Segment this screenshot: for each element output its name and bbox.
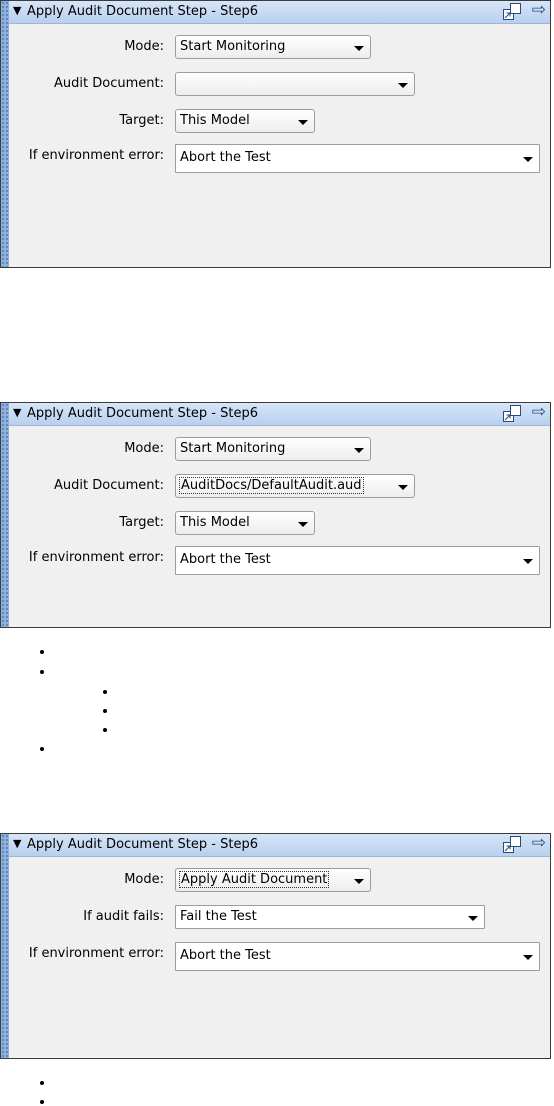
environment-error-row: If environment error: Abort the Test [9, 546, 544, 575]
step-panel-1: ▼ Apply Audit Document Step - Step6 ⇨ Mo… [0, 0, 551, 268]
bullet [103, 728, 107, 732]
collapse-triangle-icon[interactable]: ▼ [13, 406, 21, 419]
mode-row: Mode: Start Monitoring [9, 35, 544, 61]
environment-error-value: Abort the Test [180, 948, 271, 963]
drag-stripe[interactable] [1, 834, 9, 1058]
chevron-down-icon [298, 120, 308, 125]
mode-dropdown[interactable]: Start Monitoring [175, 437, 371, 461]
drag-stripe[interactable] [1, 403, 9, 627]
chevron-down-icon [398, 83, 408, 88]
audit-document-label: Audit Document: [54, 478, 164, 493]
environment-error-value: Abort the Test [180, 150, 271, 165]
environment-error-row: If environment error: Abort the Test [9, 942, 544, 971]
collapse-triangle-icon[interactable]: ▼ [13, 837, 21, 850]
environment-error-row: If environment error: Abort the Test [9, 144, 544, 173]
bullet [40, 670, 44, 674]
environment-error-dropdown[interactable]: Abort the Test [175, 942, 540, 971]
audit-fails-value: Fail the Test [180, 909, 257, 924]
environment-error-dropdown[interactable]: Abort the Test [175, 144, 540, 173]
chevron-down-icon [354, 46, 364, 51]
bullet [40, 1100, 44, 1104]
panel-title-bar: ▼ Apply Audit Document Step - Step6 ⇨ [9, 0, 550, 24]
mode-row: Mode: Apply Audit Document [9, 868, 544, 894]
arrow-right-icon[interactable]: ⇨ [532, 0, 546, 20]
chevron-down-icon [468, 916, 478, 921]
chevron-down-icon [523, 157, 533, 162]
chevron-down-icon [354, 448, 364, 453]
target-dropdown[interactable]: This Model [175, 511, 315, 535]
panel-title-bar: ▼ Apply Audit Document Step - Step6 ⇨ [9, 833, 550, 857]
float-window-icon[interactable] [502, 835, 522, 855]
float-window-icon[interactable] [502, 2, 522, 22]
mode-value: Start Monitoring [180, 441, 286, 456]
audit-document-dropdown[interactable]: AuditDocs/DefaultAudit.aud [175, 474, 415, 498]
collapse-triangle-icon[interactable]: ▼ [13, 4, 21, 17]
audit-document-value: AuditDocs/DefaultAudit.aud [179, 477, 364, 494]
chevron-down-icon [298, 522, 308, 527]
target-label: Target: [119, 113, 164, 128]
target-row: Target: This Model [9, 109, 544, 135]
audit-document-row: Audit Document: [9, 72, 544, 98]
audit-fails-dropdown[interactable]: Fail the Test [175, 905, 485, 929]
target-dropdown[interactable]: This Model [175, 109, 315, 133]
panel-title: Apply Audit Document Step - Step6 [27, 837, 258, 852]
mode-value: Apply Audit Document [178, 871, 330, 888]
environment-error-label: If environment error: [28, 550, 164, 565]
environment-error-label: If environment error: [28, 946, 164, 961]
mode-label: Mode: [124, 39, 164, 54]
target-value: This Model [180, 113, 250, 128]
bullet [40, 1081, 44, 1085]
drag-stripe[interactable] [1, 1, 9, 267]
bullet [40, 650, 44, 654]
bullet [103, 709, 107, 713]
panel-title: Apply Audit Document Step - Step6 [27, 406, 258, 421]
chevron-down-icon [523, 559, 533, 564]
bullet [40, 747, 44, 751]
audit-fails-label: If audit fails: [83, 909, 164, 924]
audit-document-dropdown[interactable] [175, 72, 415, 96]
audit-document-row: Audit Document: AuditDocs/DefaultAudit.a… [9, 474, 544, 500]
step-panel-3: ▼ Apply Audit Document Step - Step6 ⇨ Mo… [0, 833, 551, 1059]
chevron-down-icon [354, 879, 364, 884]
panel-title: Apply Audit Document Step - Step6 [27, 4, 258, 19]
mode-value: Start Monitoring [180, 39, 286, 54]
step-panel-2: ▼ Apply Audit Document Step - Step6 ⇨ Mo… [0, 402, 551, 628]
audit-document-label: Audit Document: [54, 76, 164, 91]
panel-title-bar: ▼ Apply Audit Document Step - Step6 ⇨ [9, 402, 550, 426]
environment-error-dropdown[interactable]: Abort the Test [175, 546, 540, 575]
chevron-down-icon [398, 485, 408, 490]
target-label: Target: [119, 515, 164, 530]
target-value: This Model [180, 515, 250, 530]
target-row: Target: This Model [9, 511, 544, 537]
mode-dropdown[interactable]: Apply Audit Document [175, 868, 371, 892]
mode-label: Mode: [124, 441, 164, 456]
audit-fails-row: If audit fails: Fail the Test [9, 905, 544, 931]
environment-error-label: If environment error: [28, 148, 164, 163]
environment-error-value: Abort the Test [180, 552, 271, 567]
mode-dropdown[interactable]: Start Monitoring [175, 35, 371, 59]
float-window-icon[interactable] [502, 404, 522, 424]
arrow-right-icon[interactable]: ⇨ [532, 402, 546, 422]
mode-row: Mode: Start Monitoring [9, 437, 544, 463]
bullet [103, 690, 107, 694]
chevron-down-icon [523, 955, 533, 960]
mode-label: Mode: [124, 872, 164, 887]
arrow-right-icon[interactable]: ⇨ [532, 833, 546, 853]
